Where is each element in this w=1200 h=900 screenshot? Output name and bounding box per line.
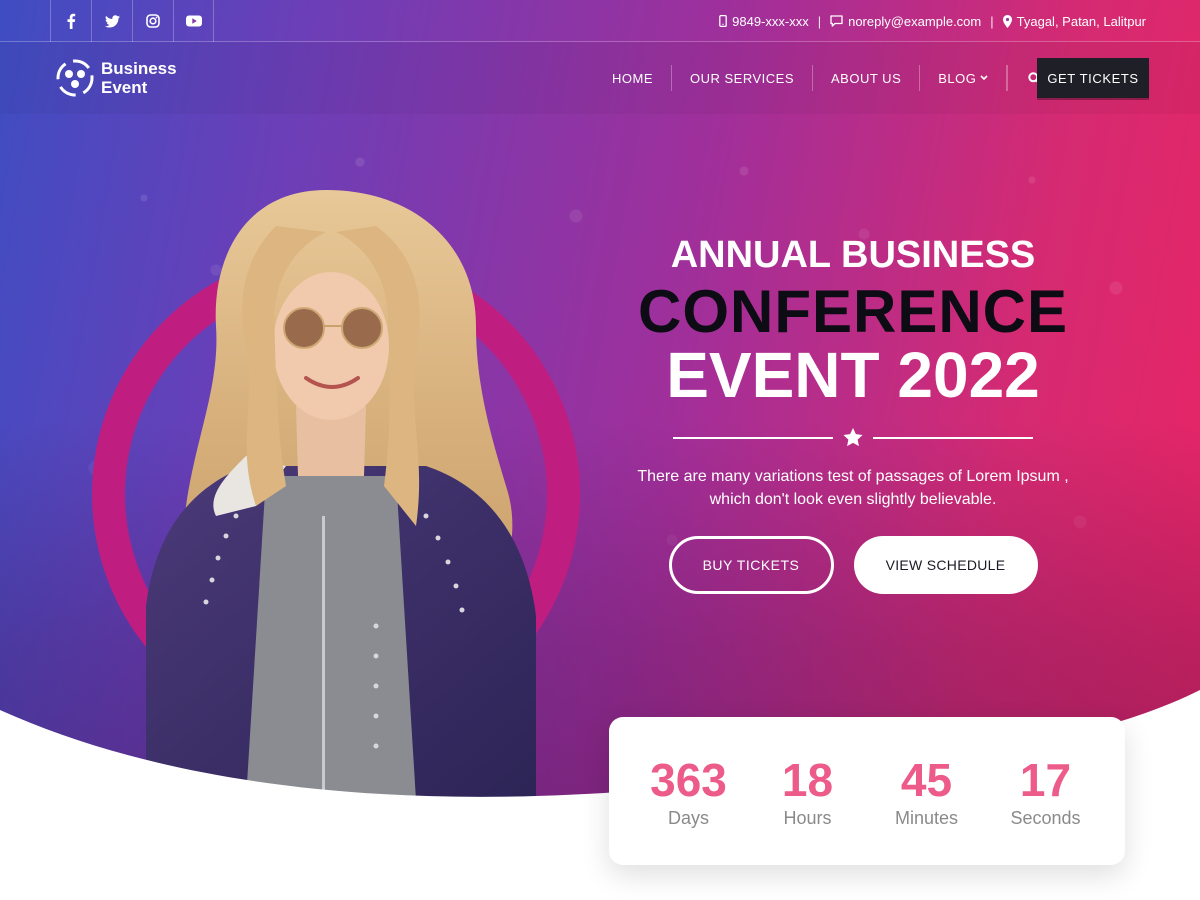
youtube-link[interactable] bbox=[173, 0, 214, 42]
logo[interactable]: Business Event bbox=[55, 58, 177, 98]
map-pin-icon bbox=[1002, 14, 1012, 28]
countdown-value: 17 bbox=[1019, 753, 1072, 806]
countdown-label: Hours bbox=[783, 807, 832, 828]
phone-text[interactable]: 9849-xxx-xxx bbox=[732, 14, 809, 29]
contact-info: 9849-xxx-xxx | noreply@example.com | Tya… bbox=[719, 0, 1146, 42]
buy-tickets-button[interactable]: BUY TICKETS bbox=[668, 536, 834, 594]
countdown-minutes: 45 Minutes bbox=[872, 754, 982, 829]
nav-blog-label: BLOG bbox=[938, 70, 977, 86]
instagram-link[interactable] bbox=[132, 0, 173, 42]
countdown-value: 45 bbox=[900, 753, 953, 806]
nav-about-us[interactable]: ABOUT US bbox=[813, 65, 921, 91]
hero-title-line3: EVENT 2022 bbox=[666, 339, 1040, 411]
twitter-icon bbox=[104, 14, 120, 27]
chat-icon bbox=[830, 15, 843, 27]
phone-icon bbox=[719, 15, 727, 27]
divider-line bbox=[873, 436, 1033, 439]
countdown-days: 363 Days bbox=[634, 754, 744, 829]
countdown-seconds: 17 Seconds bbox=[991, 754, 1101, 829]
location-text: Tyagal, Patan, Lalitpur bbox=[1016, 13, 1146, 29]
page: 9849-xxx-xxx | noreply@example.com | Tya… bbox=[0, 0, 1200, 900]
nav-home[interactable]: HOME bbox=[594, 65, 672, 91]
countdown-label: Days bbox=[667, 807, 709, 828]
topbar: 9849-xxx-xxx | noreply@example.com | Tya… bbox=[0, 0, 1200, 42]
logo-text-line2: Event bbox=[101, 78, 148, 97]
view-schedule-button[interactable]: VIEW SCHEDULE bbox=[853, 536, 1038, 594]
social-links bbox=[50, 0, 214, 42]
divider-line bbox=[673, 436, 833, 439]
countdown-label: Seconds bbox=[1010, 807, 1081, 828]
separator: | bbox=[990, 13, 994, 29]
main-nav: HOME OUR SERVICES ABOUT US BLOG bbox=[594, 42, 1061, 114]
logo-icon bbox=[56, 59, 94, 97]
logo-text-line1: Business bbox=[101, 59, 177, 78]
youtube-icon bbox=[185, 15, 202, 27]
nav-our-services[interactable]: OUR SERVICES bbox=[672, 65, 814, 91]
star-icon bbox=[843, 428, 863, 447]
phone-item: 9849-xxx-xxx bbox=[719, 14, 809, 29]
navbar: Business Event HOME OUR SERVICES ABOUT U… bbox=[0, 42, 1200, 114]
hero-title-line1: ANNUAL BUSINESS bbox=[670, 234, 1036, 276]
countdown-label: Minutes bbox=[894, 807, 959, 828]
countdown-value: 363 bbox=[650, 753, 727, 806]
hero-title-line2: CONFERENCE bbox=[637, 278, 1069, 345]
email-text[interactable]: noreply@example.com bbox=[848, 14, 981, 29]
facebook-link[interactable] bbox=[50, 0, 91, 42]
countdown-card: 363 Days 18 Hours 45 Minutes 17 Seconds bbox=[609, 717, 1125, 865]
star-divider bbox=[600, 428, 1106, 447]
countdown-hours: 18 Hours bbox=[753, 754, 863, 829]
logo-text-group: Business Event bbox=[101, 59, 177, 97]
twitter-link[interactable] bbox=[91, 0, 132, 42]
facebook-icon bbox=[67, 13, 76, 29]
hero-buttons: BUY TICKETS VIEW SCHEDULE bbox=[600, 536, 1106, 594]
instagram-icon bbox=[146, 14, 160, 28]
nav-blog[interactable]: BLOG bbox=[920, 65, 1008, 91]
email-item: noreply@example.com bbox=[830, 14, 981, 29]
get-tickets-button[interactable]: GET TICKETS bbox=[1037, 58, 1149, 98]
hero-description: There are many variations test of passag… bbox=[637, 468, 1069, 508]
chevron-down-icon bbox=[980, 75, 988, 81]
location-item: Tyagal, Patan, Lalitpur bbox=[1002, 13, 1146, 29]
separator: | bbox=[817, 13, 822, 29]
hero-content: ANNUAL BUSINESS CONFERENCE EVENT 2022 Th… bbox=[600, 232, 1106, 594]
countdown-value: 18 bbox=[781, 753, 834, 806]
